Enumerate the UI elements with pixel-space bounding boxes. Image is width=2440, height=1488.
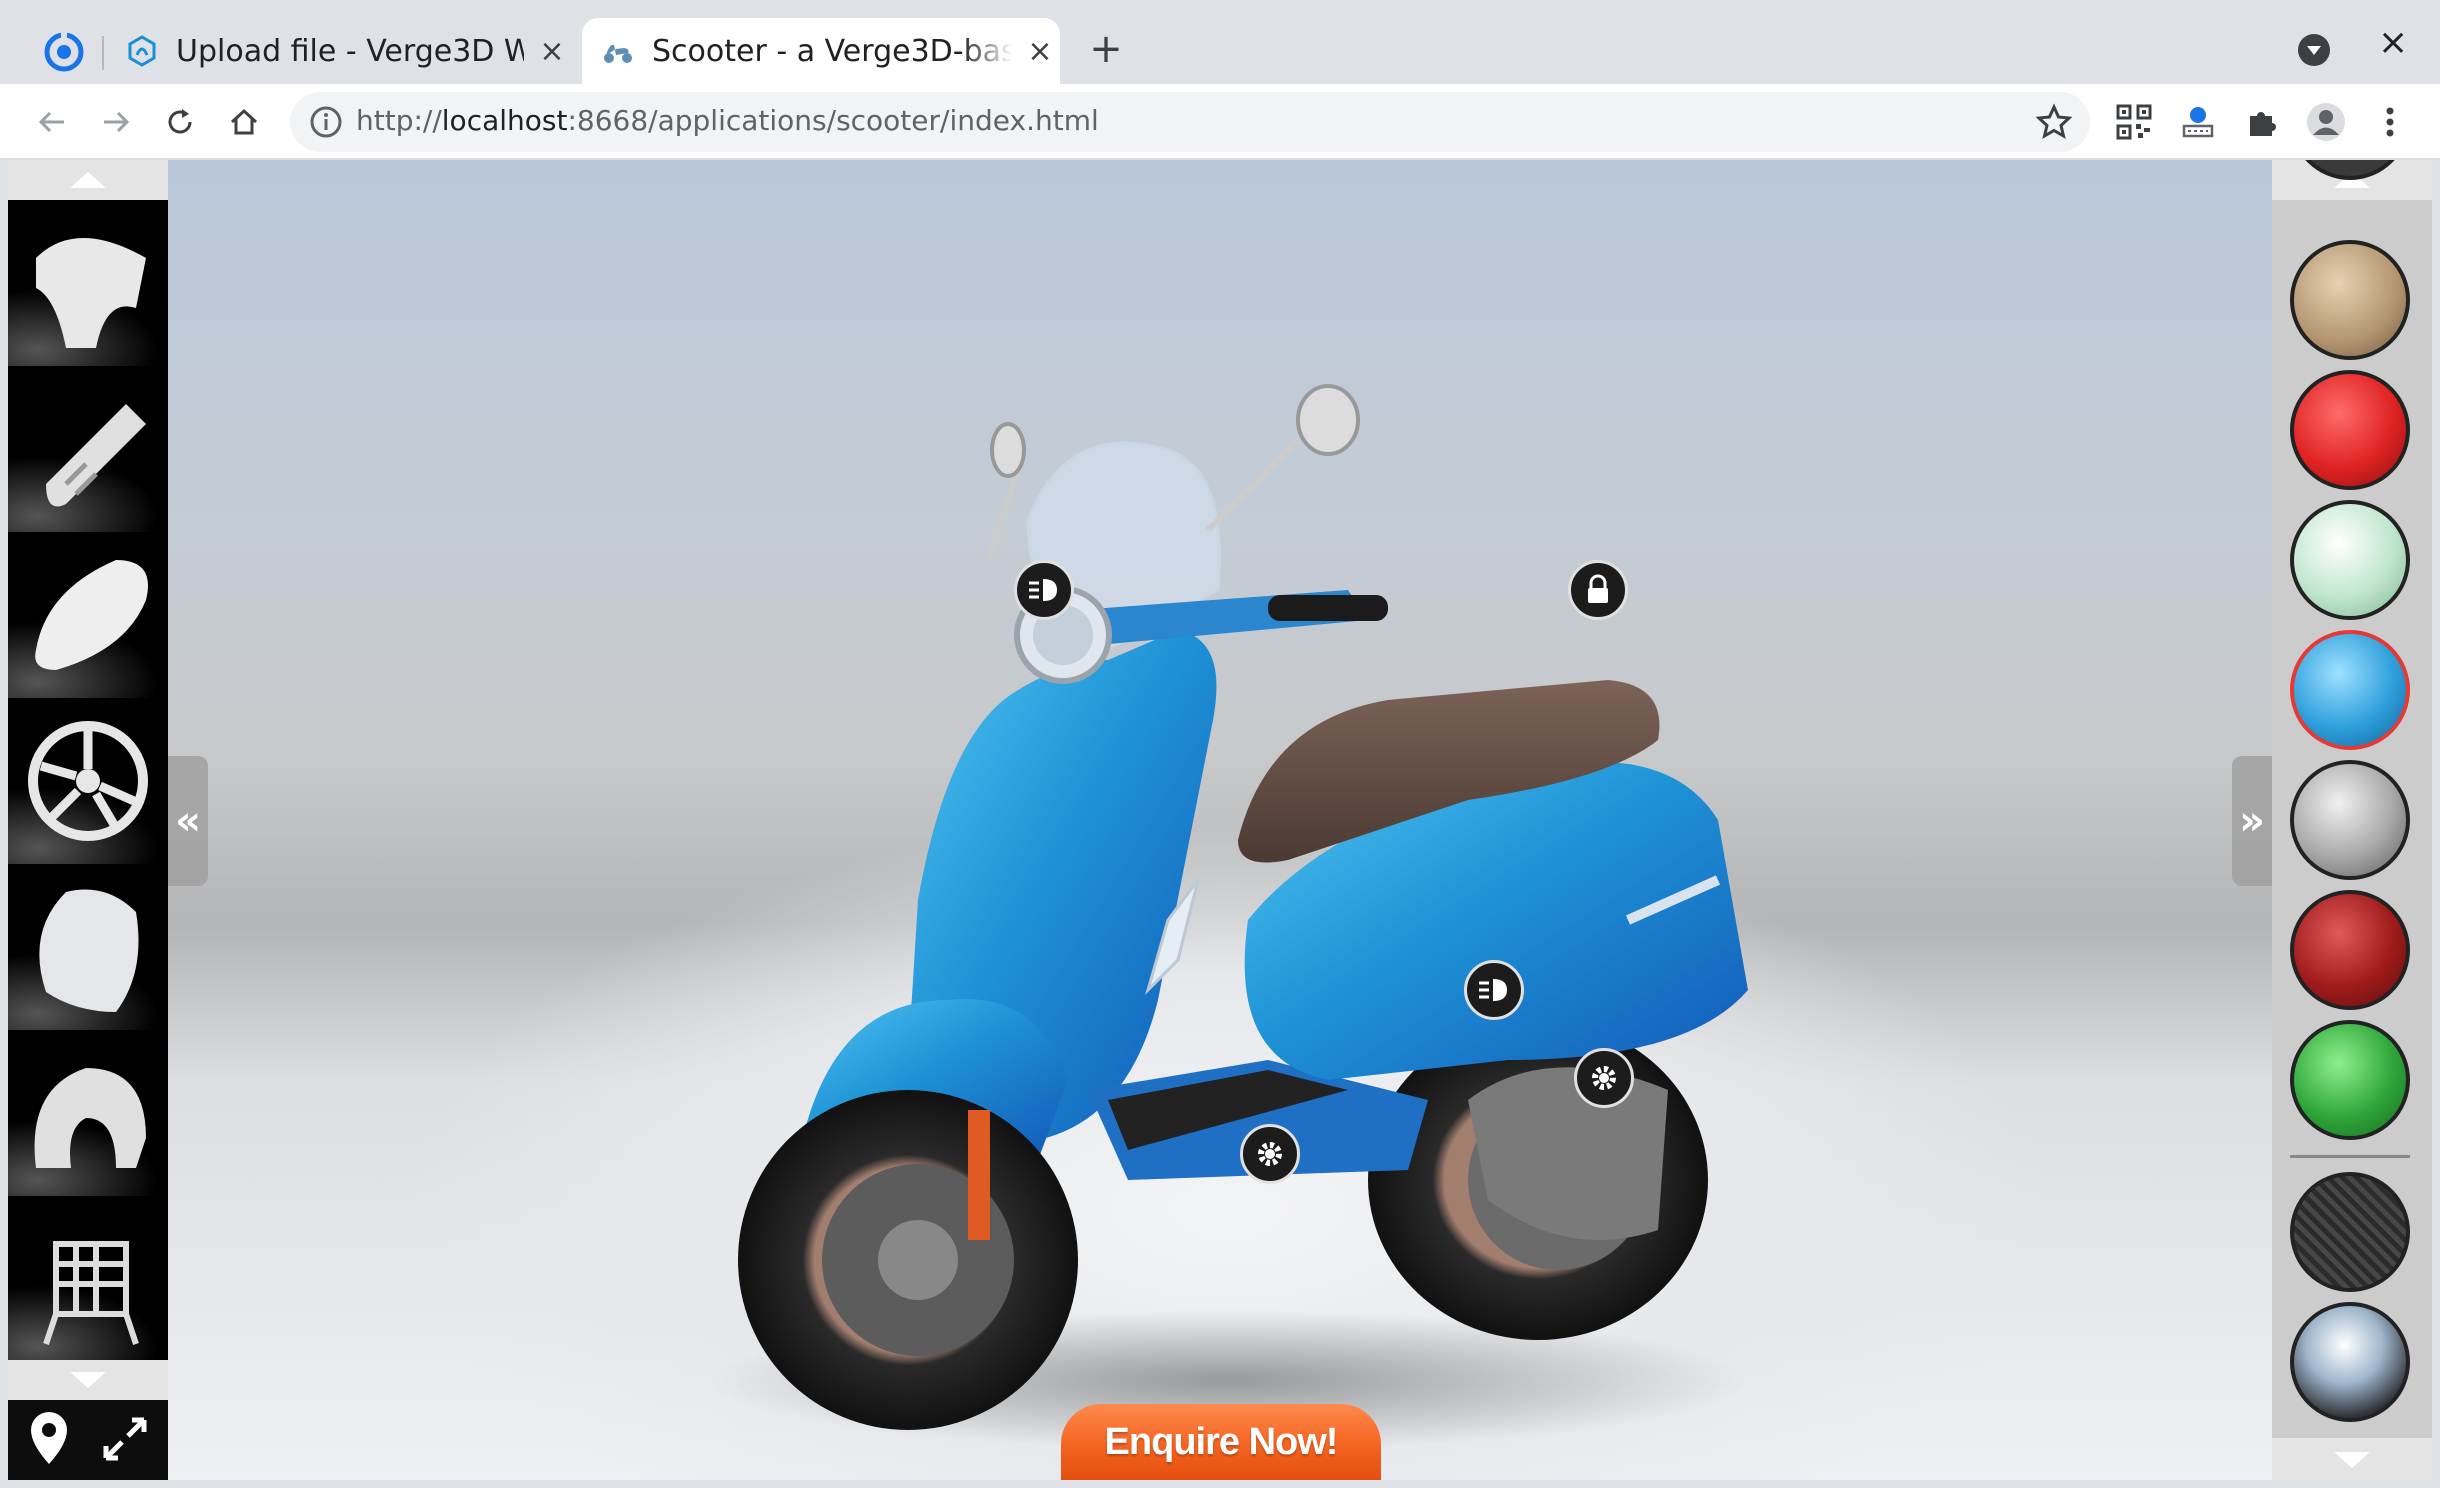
forward-arrow-icon bbox=[104, 111, 130, 133]
kebab-menu-icon bbox=[2386, 107, 2394, 137]
extension-badge-icon bbox=[2182, 107, 2214, 138]
enquire-now-button[interactable]: Enquire Now! bbox=[1061, 1404, 1381, 1480]
reload-icon bbox=[168, 109, 192, 134]
parts-panel bbox=[8, 160, 168, 1480]
tab-separator bbox=[102, 36, 104, 70]
translate-extension-button[interactable] bbox=[2174, 98, 2222, 146]
wheel-rim-icon bbox=[28, 721, 148, 841]
part-seat[interactable] bbox=[8, 532, 168, 698]
puzzle-piece-icon bbox=[2250, 112, 2276, 136]
url-text: http://localhost:8668/applications/scoot… bbox=[356, 104, 1099, 137]
material-silver[interactable] bbox=[2290, 760, 2410, 880]
home-icon bbox=[230, 108, 258, 135]
part-leg-shield[interactable] bbox=[8, 864, 168, 1030]
reload-button[interactable] bbox=[156, 98, 204, 146]
material-carbon[interactable] bbox=[2290, 1172, 2410, 1292]
headlight-icon bbox=[1029, 579, 1057, 601]
back-arrow-icon bbox=[38, 111, 64, 133]
forward-button[interactable] bbox=[92, 98, 140, 146]
collapse-left-panel-button[interactable]: « bbox=[168, 756, 208, 886]
scooter-icon bbox=[604, 44, 632, 63]
qr-code-icon bbox=[2116, 104, 2152, 140]
scooter-3d-model[interactable] bbox=[708, 300, 1808, 1480]
tab-scooter[interactable]: Scooter - a Verge3D-based × bbox=[582, 18, 1060, 84]
material-chrome[interactable] bbox=[2290, 1302, 2410, 1422]
chromium-logo-icon[interactable] bbox=[44, 32, 84, 72]
profile-avatar-icon bbox=[2307, 103, 2345, 141]
materials-panel bbox=[2272, 160, 2432, 1480]
engine-hotspot[interactable] bbox=[1574, 1048, 1634, 1108]
url-path: :8668/applications/scooter/index.html bbox=[567, 104, 1099, 137]
part-front-cowl[interactable] bbox=[8, 1030, 168, 1196]
headlight-icon bbox=[1479, 979, 1507, 1001]
rear-light-hotspot[interactable] bbox=[1464, 960, 1524, 1020]
part-side-badge[interactable] bbox=[8, 366, 168, 532]
app-viewport: « » Enquire Now! bbox=[8, 160, 2432, 1480]
tab-search-icon[interactable] bbox=[2298, 34, 2330, 66]
tab-close-icon[interactable]: × bbox=[1026, 34, 1054, 69]
browser-menu-button[interactable] bbox=[2366, 98, 2414, 146]
tab-verge3d-wiki[interactable]: Upload file - Verge3D Wiki × bbox=[126, 18, 574, 84]
rear-rack-icon bbox=[43, 1241, 139, 1345]
material-cyan-blue[interactable] bbox=[2290, 630, 2410, 750]
front-cowl-icon bbox=[34, 1068, 146, 1168]
headlight-hotspot[interactable] bbox=[1014, 560, 1074, 620]
extensions-button[interactable] bbox=[2238, 98, 2286, 146]
material-mint[interactable] bbox=[2290, 500, 2410, 620]
arrow-down-icon bbox=[70, 1372, 106, 1388]
material-beige[interactable] bbox=[2290, 240, 2410, 360]
stand-hotspot[interactable] bbox=[1240, 1124, 1300, 1184]
lock-hotspot[interactable] bbox=[1568, 560, 1628, 620]
url-host: localhost bbox=[441, 104, 568, 137]
window-close-button[interactable]: × bbox=[2378, 22, 2408, 63]
tab-title: Scooter - a Verge3D-based bbox=[652, 33, 1012, 69]
arrow-down-icon bbox=[2334, 1452, 2370, 1468]
collapse-right-panel-button[interactable]: » bbox=[2232, 756, 2272, 886]
arrow-up-icon bbox=[70, 172, 106, 188]
material-green[interactable] bbox=[2290, 1020, 2410, 1140]
parts-scroll-up-button[interactable] bbox=[8, 160, 168, 200]
browser-toolbar: http://localhost:8668/applications/scoot… bbox=[0, 84, 2440, 160]
back-button[interactable] bbox=[28, 98, 76, 146]
part-rear-rack[interactable] bbox=[8, 1196, 168, 1362]
tab-title: Upload file - Verge3D Wiki bbox=[176, 33, 524, 69]
tab-close-icon[interactable]: × bbox=[538, 34, 566, 69]
material-red[interactable] bbox=[2290, 370, 2410, 490]
new-tab-button[interactable]: + bbox=[1086, 26, 1126, 72]
materials-divider bbox=[2290, 1155, 2410, 1158]
verge3d-wiki-icon bbox=[128, 35, 156, 67]
seat-icon bbox=[35, 560, 148, 670]
side-badge-icon bbox=[46, 404, 146, 507]
map-pin-icon[interactable] bbox=[24, 1408, 74, 1468]
parts-scroll-down-button[interactable] bbox=[8, 1360, 168, 1400]
url-scheme: http:// bbox=[356, 104, 442, 137]
parts-panel-footer bbox=[8, 1400, 168, 1480]
fullscreen-expand-icon[interactable] bbox=[98, 1412, 152, 1466]
part-front-fender[interactable] bbox=[8, 200, 168, 366]
gear-icon bbox=[1592, 1066, 1616, 1090]
material-dark-red[interactable] bbox=[2290, 890, 2410, 1010]
tab-strip: Upload file - Verge3D Wiki × Scooter - a… bbox=[0, 0, 2440, 84]
gear-icon bbox=[1258, 1142, 1282, 1166]
site-info-icon[interactable] bbox=[308, 104, 344, 140]
padlock-icon bbox=[1588, 574, 1608, 603]
address-bar[interactable]: http://localhost:8668/applications/scoot… bbox=[290, 92, 2090, 152]
home-button[interactable] bbox=[220, 98, 268, 146]
materials-scroll-down-button[interactable] bbox=[2272, 1438, 2432, 1480]
part-wheel-rim[interactable] bbox=[8, 698, 168, 864]
front-fender-icon bbox=[36, 238, 146, 348]
qr-code-button[interactable] bbox=[2110, 98, 2158, 146]
leg-shield-icon bbox=[39, 889, 139, 1012]
bookmark-star-icon[interactable] bbox=[2034, 102, 2074, 142]
profile-button[interactable] bbox=[2302, 98, 2350, 146]
